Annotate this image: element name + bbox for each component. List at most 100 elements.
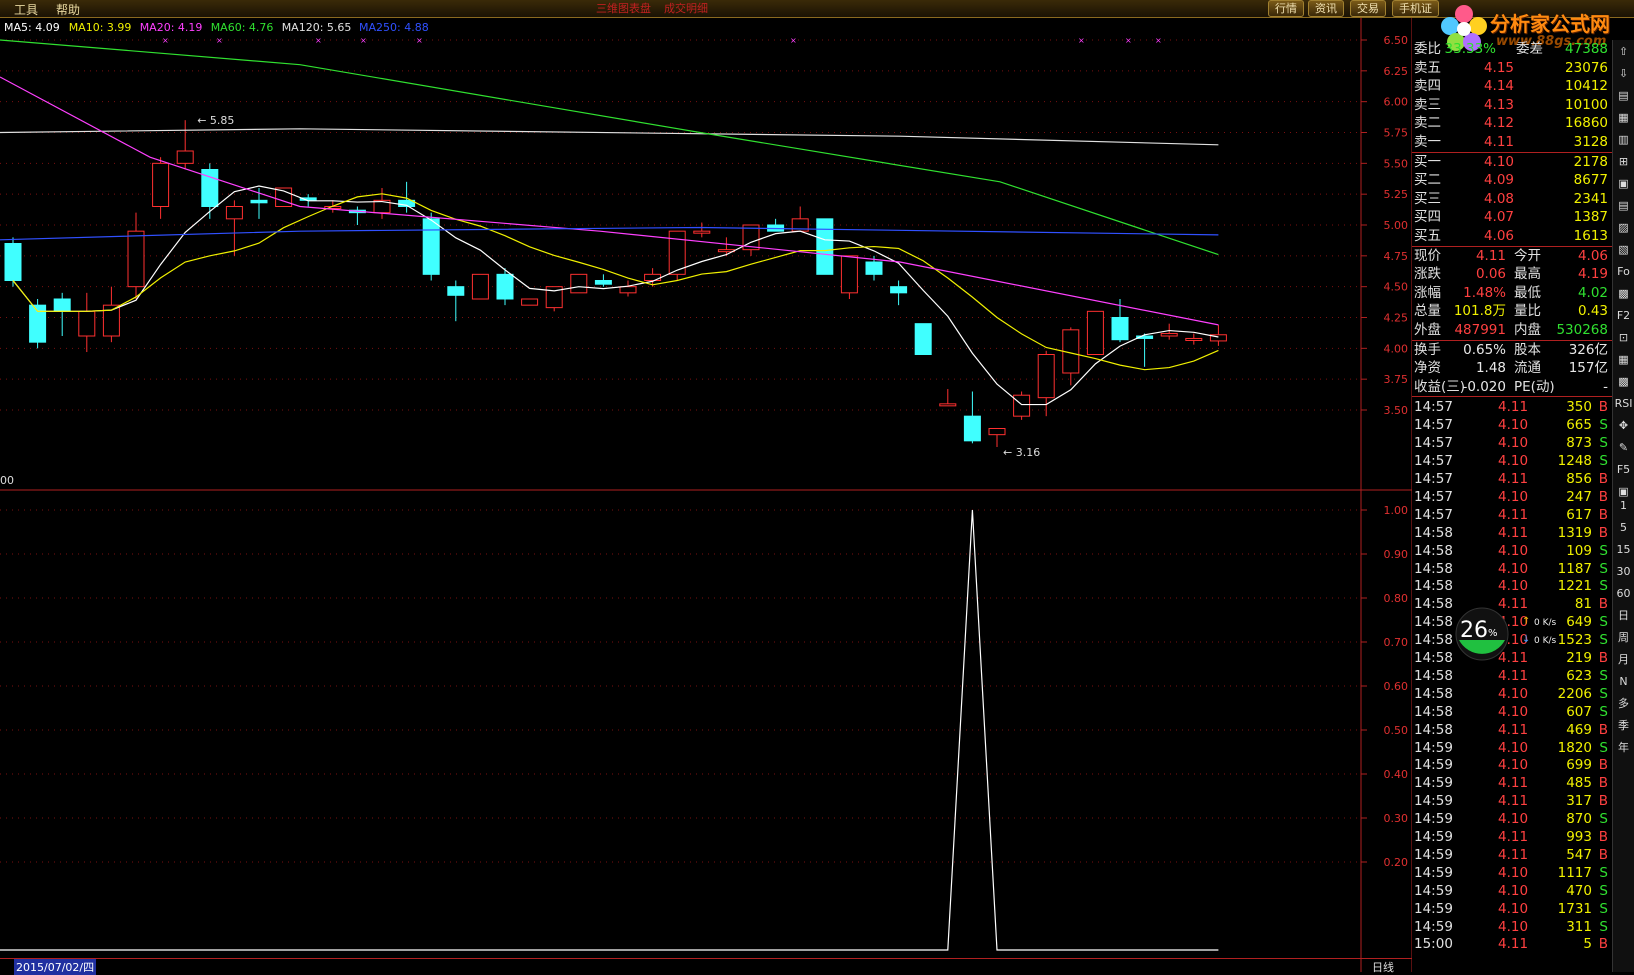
candle[interactable] <box>963 391 981 444</box>
candle[interactable] <box>619 280 637 297</box>
tick-row: 14:59 4.10 1820 S <box>1414 739 1610 757</box>
candle[interactable] <box>29 299 47 349</box>
stat-label-2: 最高 <box>1514 266 1541 283</box>
tick-price: 4.10 <box>1498 560 1529 577</box>
kline-chart-area[interactable]: 6.50 6.25 6.00 5.75 5.50 5.25 5.00 4.75 4.50 4.25… <box>0 18 1412 972</box>
candle[interactable] <box>447 280 465 322</box>
buy-level-volume: 1387 <box>1573 209 1608 226</box>
candle[interactable] <box>1136 333 1154 367</box>
menu-3d-chart[interactable]: 三维图表盘 <box>596 0 651 16</box>
sidebar-tool-icon[interactable]: ▦ <box>1614 350 1633 369</box>
sidebar-tool-icon[interactable]: ✥ <box>1614 416 1633 435</box>
candle[interactable] <box>594 274 612 287</box>
candle[interactable] <box>4 237 22 287</box>
btn-mobile[interactable]: 手机证 <box>1392 0 1439 17</box>
candle[interactable] <box>890 280 908 306</box>
sidebar-tool-icon[interactable]: ▥ <box>1614 130 1633 149</box>
tick-side: B <box>1598 506 1608 523</box>
candle[interactable] <box>225 200 243 256</box>
candle[interactable] <box>988 428 1006 448</box>
period-button[interactable]: 月 <box>1614 650 1633 669</box>
sidebar-tool-icon[interactable]: ▤ <box>1614 196 1633 215</box>
btn-trade[interactable]: 交易 <box>1350 0 1386 17</box>
candle[interactable] <box>102 286 120 343</box>
sidebar-tool-icon[interactable]: ✎ <box>1614 438 1633 457</box>
period-button[interactable]: 15 <box>1614 540 1633 559</box>
period-button[interactable]: 60 <box>1614 584 1633 603</box>
sidebar-tool-icon[interactable]: ▨ <box>1614 218 1633 237</box>
candle[interactable] <box>422 212 440 281</box>
menu-help[interactable]: 帮助 <box>56 1 80 18</box>
candle-body <box>225 206 243 220</box>
sidebar-tool-icon[interactable]: ⊞ <box>1614 152 1633 171</box>
sidebar-tool-icon[interactable]: ▩ <box>1614 284 1633 303</box>
sidebar-tool-icon[interactable]: F5 <box>1614 460 1633 479</box>
candle[interactable] <box>348 206 366 226</box>
sidebar-tool-icon[interactable]: ▦ <box>1614 108 1633 127</box>
period-button[interactable]: 1 <box>1614 496 1633 515</box>
candle[interactable] <box>1013 391 1031 420</box>
candle[interactable] <box>1185 333 1203 345</box>
sidebar-tool-icon[interactable]: F2 <box>1614 306 1633 325</box>
tick-row: 14:59 4.11 993 B <box>1414 828 1610 846</box>
candle[interactable] <box>201 163 219 219</box>
period-button[interactable]: N <box>1614 672 1633 691</box>
sidebar-tool-icon[interactable]: ▣ <box>1614 174 1633 193</box>
period-button[interactable]: 30 <box>1614 562 1633 581</box>
tick-side: B <box>1598 846 1608 863</box>
sell-level-label: 卖五 <box>1414 59 1441 76</box>
candle[interactable] <box>570 273 588 294</box>
sidebar-tool-icon[interactable]: ⇧ <box>1614 42 1633 61</box>
period-button[interactable]: 日 <box>1614 606 1633 625</box>
period-label[interactable]: 日线 <box>1372 959 1394 975</box>
candle[interactable] <box>717 237 735 256</box>
candle[interactable] <box>914 323 932 355</box>
period-button[interactable]: 5 <box>1614 518 1633 537</box>
sidebar-tool-icon[interactable]: ▤ <box>1614 86 1633 105</box>
candle[interactable] <box>1086 310 1104 356</box>
candle[interactable] <box>1062 327 1080 386</box>
price-axis-label: 5.75 <box>1384 127 1409 140</box>
candle[interactable] <box>53 292 71 336</box>
right-toolbar: ⇧ ⇩ ▤ ▦ ▥ ⊞ ▣ ▤ ▨ ▧ Fo ▩ F2 ⊡ ▦ ▩ RSI ✥ ✎ F5 ▣ 1 5 15 30 60 日周月 N 多季… <box>1612 40 1634 972</box>
btn-news[interactable]: 资讯 <box>1308 0 1344 17</box>
candle[interactable] <box>1037 350 1055 417</box>
period-button[interactable]: 年 <box>1614 738 1633 757</box>
tick-row: 14:57 4.10 665 S <box>1414 416 1610 434</box>
sidebar-tool-icon[interactable]: Fo <box>1614 262 1633 281</box>
menu-trade-detail[interactable]: 成交明细 <box>664 0 708 16</box>
tick-volume: 607 <box>1566 703 1592 720</box>
sidebar-tool-icon[interactable]: ⇩ <box>1614 64 1633 83</box>
sidebar-tool-icon[interactable]: ▧ <box>1614 240 1633 259</box>
candle[interactable] <box>78 292 96 353</box>
candle-body <box>250 199 268 204</box>
candle[interactable] <box>521 298 539 306</box>
tick-row: 14:57 4.10 247 B <box>1414 488 1610 506</box>
candle[interactable] <box>127 212 145 299</box>
candle[interactable] <box>152 157 170 219</box>
btn-market[interactable]: 行情 <box>1268 0 1304 17</box>
tick-row: 14:58 4.10 1221 S <box>1414 577 1610 595</box>
candle[interactable] <box>176 120 194 170</box>
candle[interactable] <box>840 255 858 299</box>
tick-side: B <box>1598 596 1608 613</box>
period-button[interactable]: 周 <box>1614 628 1633 647</box>
sidebar-tool-icon[interactable]: ⊡ <box>1614 328 1633 347</box>
candle[interactable] <box>791 206 809 232</box>
price-axis-label: 3.75 <box>1384 373 1409 386</box>
candle[interactable] <box>471 273 489 300</box>
candle[interactable] <box>767 218 785 232</box>
tick-price: 4.11 <box>1498 829 1529 845</box>
buy-level-volume: 1613 <box>1573 228 1608 244</box>
sidebar-tool-icon[interactable]: ▩ <box>1614 372 1633 391</box>
period-button[interactable]: 多 <box>1614 694 1633 713</box>
candle[interactable] <box>816 218 834 275</box>
stat2-label-2: 股本 <box>1514 341 1541 358</box>
sidebar-tool-icon[interactable]: RSI <box>1614 394 1633 413</box>
menu-tools[interactable]: 工具 <box>14 1 38 18</box>
tick-time: 14:58 <box>1414 667 1453 684</box>
stat-value: 0.06 <box>1475 266 1506 283</box>
sell-level-volume: 3128 <box>1573 134 1608 150</box>
period-button[interactable]: 季 <box>1614 716 1633 735</box>
candle[interactable] <box>939 389 957 407</box>
